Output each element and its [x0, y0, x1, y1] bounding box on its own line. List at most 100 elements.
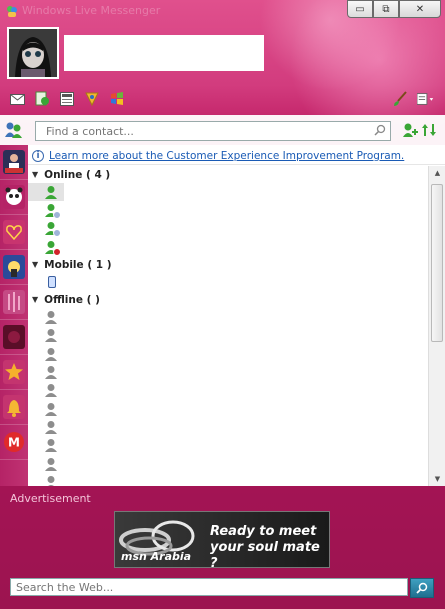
news-icon[interactable] [58, 90, 76, 108]
sidebar-item-favorites[interactable] [0, 355, 28, 390]
video-icon [3, 325, 25, 349]
sidebar-item-dating[interactable] [0, 215, 28, 250]
online-contact[interactable] [28, 183, 64, 202]
offline-contact[interactable] [28, 455, 428, 473]
restore-button[interactable]: ⧉ [373, 0, 399, 18]
minimize-icon: ▭ [355, 3, 365, 15]
window-controls: ▭ ⧉ ✕ [347, 0, 441, 18]
sidebar-item-pets[interactable] [0, 180, 28, 215]
windows-flag-icon[interactable] [108, 90, 126, 108]
contact-status-icon [44, 240, 61, 256]
games-icon[interactable] [83, 90, 101, 108]
contact-status-icon [44, 221, 61, 238]
contact-status-icon [44, 310, 58, 325]
scroll-down-arrow-icon[interactable]: ▼ [429, 472, 445, 486]
scroll-thumb[interactable] [431, 184, 443, 342]
ad-line-2: your soul mate ? [210, 540, 320, 568]
offline-contact[interactable] [28, 418, 428, 436]
web-search-button[interactable] [410, 578, 434, 598]
toolbar [8, 90, 126, 108]
status-badge [53, 229, 61, 238]
jobs-icon [3, 150, 25, 174]
add-contact-icon[interactable] [402, 122, 418, 138]
group-name: Online [44, 168, 83, 181]
group-name: Offline [44, 293, 83, 306]
ceip-link[interactable]: Learn more about the Customer Experience… [49, 150, 404, 162]
collapse-arrow-icon: ▼ [32, 170, 39, 179]
minimize-button[interactable]: ▭ [347, 0, 373, 18]
contact-status-icon [44, 402, 58, 417]
group-online[interactable]: ▼ Online ( 4 ) [28, 166, 428, 183]
scroll-up-arrow-icon[interactable]: ▲ [429, 166, 445, 180]
status-badge [53, 247, 61, 256]
music-icon [3, 290, 25, 314]
search-icon[interactable] [374, 124, 388, 138]
offline-contact[interactable] [28, 473, 428, 486]
mobile-phone-icon [48, 276, 56, 289]
messenger-logo-icon [7, 6, 17, 17]
ad-brand: msn Arabia [121, 550, 192, 563]
display-name-box[interactable] [64, 35, 264, 71]
contact-status-icon [44, 383, 58, 398]
web-search-input[interactable] [10, 578, 408, 596]
sidebar-item-video[interactable] [0, 320, 28, 355]
offline-contact[interactable] [28, 437, 428, 455]
ad-line-1: Ready to meet [210, 524, 317, 539]
title-bar: Windows Live Messenger ▭ ⧉ ✕ [0, 0, 445, 22]
offline-contact[interactable] [28, 363, 428, 381]
window-title: Windows Live Messenger [22, 4, 161, 17]
status-badge [53, 210, 61, 219]
contact-status-icon [44, 347, 58, 362]
sidebar-item-music[interactable] [0, 285, 28, 320]
contacts-icon[interactable] [4, 121, 24, 139]
sort-icon[interactable] [421, 122, 437, 138]
hearts-icon [3, 220, 25, 244]
contact-status-icon [44, 365, 58, 380]
vertical-scrollbar[interactable]: ▲ ▼ [428, 166, 445, 486]
contact-status-icon [44, 185, 58, 200]
ad-banner[interactable]: Ready to meet your soul mate ? msn Arabi… [114, 511, 330, 568]
ad-headline: Ready to meet your soul mate ? [210, 524, 329, 568]
avatar-image [9, 29, 57, 77]
close-button[interactable]: ✕ [399, 0, 441, 18]
sidebar-item-msn[interactable]: M [0, 425, 28, 460]
avatar[interactable] [7, 27, 59, 79]
toolbar-right [391, 90, 435, 108]
contact-status-icon [44, 475, 58, 486]
mobile-contact[interactable] [28, 273, 428, 291]
offline-contact[interactable] [28, 308, 428, 326]
msn-m-icon: M [4, 432, 24, 452]
online-contact[interactable] [28, 220, 428, 238]
offline-contact[interactable] [28, 345, 428, 363]
sidebar-item-alerts[interactable] [0, 390, 28, 425]
messenger-window: Windows Live Messenger ▭ ⧉ ✕ Find a cont… [0, 0, 445, 609]
sidebar-item-jobs[interactable] [0, 145, 28, 180]
mail-icon[interactable] [8, 90, 26, 108]
online-contact[interactable] [28, 201, 428, 219]
contact-status-icon [44, 420, 58, 435]
close-icon: ✕ [415, 3, 425, 15]
offline-contact[interactable] [28, 400, 428, 418]
advertisement-label: Advertisement [10, 492, 91, 505]
contact-list: ▼ Online ( 4 ) ▼ Mobile ( 1 ) ▼ Offline … [28, 166, 428, 486]
offline-contact[interactable] [28, 327, 428, 345]
contact-status-icon [44, 203, 61, 219]
paintbrush-icon[interactable] [391, 90, 409, 108]
group-count: ( 1 ) [87, 258, 112, 271]
online-contact[interactable] [28, 238, 428, 256]
offline-contact[interactable] [28, 382, 428, 400]
contacts-share-icon[interactable] [33, 90, 51, 108]
sidebar-item-religion[interactable] [0, 250, 28, 285]
group-mobile[interactable]: ▼ Mobile ( 1 ) [28, 256, 428, 273]
contact-status-icon [44, 457, 58, 472]
restore-icon: ⧉ [382, 3, 390, 15]
find-contact-input[interactable] [35, 121, 391, 141]
panda-icon [3, 185, 25, 209]
mosque-icon [3, 255, 25, 279]
bell-icon [3, 395, 25, 419]
collapse-arrow-icon: ▼ [32, 295, 39, 305]
menu-icon[interactable] [417, 90, 435, 108]
contact-actions [402, 122, 437, 138]
star-icon [3, 360, 25, 384]
group-offline[interactable]: ▼ Offline ( ) [28, 291, 428, 308]
